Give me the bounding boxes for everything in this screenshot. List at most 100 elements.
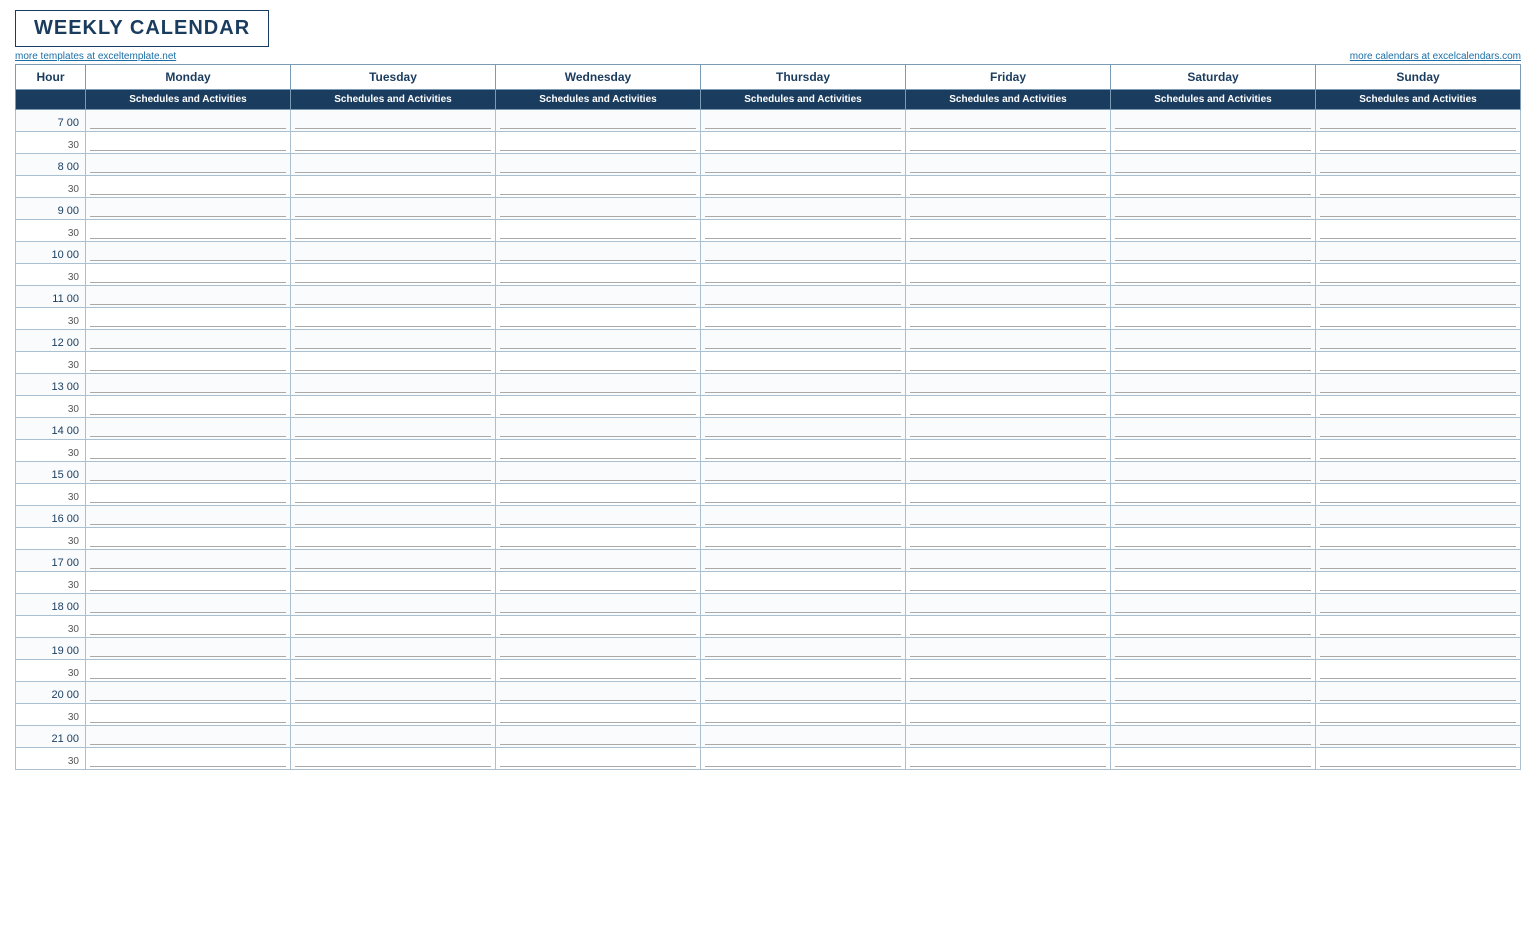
schedule-cell[interactable]	[1111, 110, 1316, 132]
schedule-cell[interactable]	[496, 132, 701, 154]
schedule-cell[interactable]	[1316, 286, 1521, 308]
schedule-cell[interactable]	[291, 286, 496, 308]
schedule-cell[interactable]	[906, 704, 1111, 726]
schedule-cell[interactable]	[906, 396, 1111, 418]
schedule-cell[interactable]	[496, 660, 701, 682]
schedule-cell[interactable]	[291, 176, 496, 198]
schedule-cell[interactable]	[1316, 528, 1521, 550]
schedule-cell[interactable]	[86, 418, 291, 440]
schedule-cell[interactable]	[1316, 374, 1521, 396]
schedule-cell[interactable]	[291, 748, 496, 770]
schedule-cell[interactable]	[701, 704, 906, 726]
schedule-cell[interactable]	[496, 264, 701, 286]
schedule-cell[interactable]	[906, 132, 1111, 154]
schedule-cell[interactable]	[906, 638, 1111, 660]
schedule-cell[interactable]	[701, 154, 906, 176]
schedule-cell[interactable]	[291, 242, 496, 264]
schedule-cell[interactable]	[1316, 704, 1521, 726]
schedule-cell[interactable]	[86, 528, 291, 550]
schedule-cell[interactable]	[86, 616, 291, 638]
schedule-cell[interactable]	[906, 374, 1111, 396]
schedule-cell[interactable]	[1316, 748, 1521, 770]
schedule-cell[interactable]	[1111, 528, 1316, 550]
schedule-cell[interactable]	[86, 330, 291, 352]
schedule-cell[interactable]	[906, 308, 1111, 330]
schedule-cell[interactable]	[701, 528, 906, 550]
schedule-cell[interactable]	[1111, 506, 1316, 528]
schedule-cell[interactable]	[496, 286, 701, 308]
schedule-cell[interactable]	[291, 704, 496, 726]
schedule-cell[interactable]	[701, 286, 906, 308]
schedule-cell[interactable]	[291, 484, 496, 506]
schedule-cell[interactable]	[291, 616, 496, 638]
schedule-cell[interactable]	[1111, 660, 1316, 682]
schedule-cell[interactable]	[291, 572, 496, 594]
schedule-cell[interactable]	[86, 264, 291, 286]
schedule-cell[interactable]	[1316, 616, 1521, 638]
schedule-cell[interactable]	[701, 726, 906, 748]
schedule-cell[interactable]	[291, 110, 496, 132]
schedule-cell[interactable]	[496, 616, 701, 638]
schedule-cell[interactable]	[1316, 198, 1521, 220]
schedule-cell[interactable]	[1316, 176, 1521, 198]
schedule-cell[interactable]	[496, 462, 701, 484]
schedule-cell[interactable]	[1111, 374, 1316, 396]
schedule-cell[interactable]	[496, 330, 701, 352]
schedule-cell[interactable]	[906, 418, 1111, 440]
schedule-cell[interactable]	[86, 726, 291, 748]
schedule-cell[interactable]	[1111, 440, 1316, 462]
schedule-cell[interactable]	[86, 572, 291, 594]
schedule-cell[interactable]	[906, 550, 1111, 572]
schedule-cell[interactable]	[1111, 242, 1316, 264]
schedule-cell[interactable]	[86, 484, 291, 506]
schedule-cell[interactable]	[1111, 550, 1316, 572]
schedule-cell[interactable]	[1316, 264, 1521, 286]
schedule-cell[interactable]	[496, 110, 701, 132]
schedule-cell[interactable]	[1316, 638, 1521, 660]
schedule-cell[interactable]	[1111, 704, 1316, 726]
schedule-cell[interactable]	[906, 528, 1111, 550]
link-right[interactable]: more calendars at excelcalendars.com	[1350, 51, 1521, 62]
schedule-cell[interactable]	[1316, 396, 1521, 418]
schedule-cell[interactable]	[496, 748, 701, 770]
schedule-cell[interactable]	[906, 484, 1111, 506]
schedule-cell[interactable]	[86, 594, 291, 616]
schedule-cell[interactable]	[906, 330, 1111, 352]
schedule-cell[interactable]	[906, 506, 1111, 528]
schedule-cell[interactable]	[906, 154, 1111, 176]
schedule-cell[interactable]	[496, 242, 701, 264]
schedule-cell[interactable]	[291, 396, 496, 418]
schedule-cell[interactable]	[906, 110, 1111, 132]
schedule-cell[interactable]	[496, 682, 701, 704]
schedule-cell[interactable]	[906, 198, 1111, 220]
schedule-cell[interactable]	[86, 286, 291, 308]
schedule-cell[interactable]	[701, 198, 906, 220]
schedule-cell[interactable]	[701, 484, 906, 506]
schedule-cell[interactable]	[906, 286, 1111, 308]
schedule-cell[interactable]	[701, 462, 906, 484]
schedule-cell[interactable]	[906, 748, 1111, 770]
schedule-cell[interactable]	[1316, 132, 1521, 154]
schedule-cell[interactable]	[496, 154, 701, 176]
schedule-cell[interactable]	[291, 220, 496, 242]
schedule-cell[interactable]	[496, 396, 701, 418]
schedule-cell[interactable]	[496, 726, 701, 748]
schedule-cell[interactable]	[701, 110, 906, 132]
schedule-cell[interactable]	[701, 660, 906, 682]
schedule-cell[interactable]	[1111, 132, 1316, 154]
schedule-cell[interactable]	[86, 242, 291, 264]
schedule-cell[interactable]	[86, 704, 291, 726]
schedule-cell[interactable]	[86, 352, 291, 374]
schedule-cell[interactable]	[1316, 660, 1521, 682]
schedule-cell[interactable]	[1316, 330, 1521, 352]
schedule-cell[interactable]	[291, 462, 496, 484]
schedule-cell[interactable]	[496, 352, 701, 374]
schedule-cell[interactable]	[701, 506, 906, 528]
schedule-cell[interactable]	[496, 484, 701, 506]
schedule-cell[interactable]	[86, 682, 291, 704]
schedule-cell[interactable]	[1111, 330, 1316, 352]
schedule-cell[interactable]	[86, 132, 291, 154]
schedule-cell[interactable]	[701, 572, 906, 594]
schedule-cell[interactable]	[291, 528, 496, 550]
schedule-cell[interactable]	[291, 154, 496, 176]
